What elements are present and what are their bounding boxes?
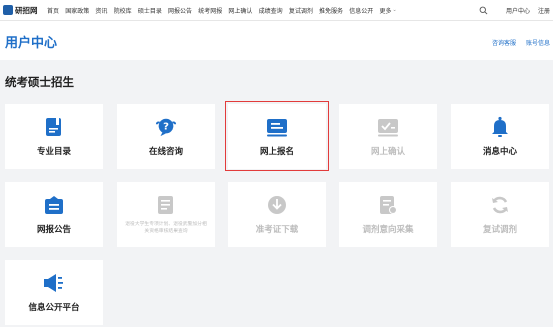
megaphone-icon [43,272,65,294]
card-message-center[interactable]: 消息中心 [451,104,549,169]
card-label: 信息公开平台 [28,302,80,312]
nav-item-catalog[interactable]: 硕士目录 [138,6,162,15]
nav-item-recommend[interactable]: 推免服务 [319,6,343,15]
card-retest-adjustment: 复试调剂 [451,182,549,247]
header-links: 咨询客服 账号信息 [482,38,550,47]
card-label: 网上确认 [370,146,405,156]
refresh-icon [489,194,511,216]
user-center-header: 用户中心 咨询客服 账号信息 [0,20,553,60]
nav-item-confirm[interactable]: 网上确认 [228,6,252,15]
card-online-confirm: 网上确认 [339,104,437,169]
intent-form-icon [377,194,399,216]
nav-user-center[interactable]: 用户中心 [506,6,530,15]
nav-item-registration[interactable]: 统考网报 [198,6,222,15]
chevron-down-icon: ⌄ [392,7,397,13]
card-major-catalog[interactable]: 专业目录 [5,104,103,169]
card-veteran-query: 退役大学生专项计划、退役武警加分相关资格审核结果查询 [117,182,215,247]
card-label: 网报公告 [36,224,71,234]
card-label: 在线咨询 [148,146,183,156]
nav-item-announcements[interactable]: 网报公告 [168,6,192,15]
nav-register[interactable]: 注册 [538,6,550,15]
card-online-consult[interactable]: ? 在线咨询 [117,104,215,169]
card-label: 准考证下载 [255,224,299,234]
card-label: 调剂意向采集 [362,224,414,234]
nav-item-news[interactable]: 资讯 [95,6,107,15]
svg-text:?: ? [163,122,169,133]
nav-menu: 首页 国家政策 资讯 院校库 硕士目录 网报公告 统考网报 网上确认 成绩查询 … [47,6,403,15]
chat-question-icon: ? [155,116,177,138]
nav-item-disclosure[interactable]: 信息公开 [349,6,373,15]
confirm-icon [377,116,399,138]
site-logo[interactable]: 研招网 [3,5,47,16]
nav-more-label: 更多 [379,8,392,15]
customer-service-link[interactable]: 咨询客服 [492,38,516,47]
section-title: 统考硕士招生 [5,77,74,89]
card-label: 复试调剂 [482,224,517,234]
page-title: 用户中心 [5,35,58,50]
logo-icon [3,5,13,15]
nav-item-scores[interactable]: 成绩查询 [259,6,283,15]
highlight-box [225,101,329,171]
card-note: 退役大学生专项计划、退役武警加分相关资格审核结果查询 [125,222,207,234]
nav-item-schools[interactable]: 院校库 [114,6,132,15]
account-info-link[interactable]: 账号信息 [526,38,550,47]
bell-icon [489,116,511,138]
card-announcements[interactable]: 网报公告 [5,182,103,247]
card-info-disclosure[interactable]: 信息公开平台 [5,260,103,325]
card-adjustment-intent: 调剂意向采集 [339,182,437,247]
announcement-icon [43,194,65,216]
book-icon [43,116,65,138]
nav-item-home[interactable]: 首页 [47,6,59,15]
top-nav: 研招网 首页 国家政策 资讯 院校库 硕士目录 网报公告 统考网报 网上确认 成… [0,0,553,20]
nav-right: 用户中心 注册 [479,0,550,20]
nav-item-adjustment[interactable]: 复试调剂 [289,6,313,15]
nav-item-policy[interactable]: 国家政策 [65,6,89,15]
card-label: 消息中心 [482,146,517,156]
download-icon [266,194,288,216]
nav-item-more[interactable]: 更多 ⌄ [379,6,396,15]
logo-text: 研招网 [15,5,38,15]
search-icon[interactable] [479,6,488,15]
card-label: 专业目录 [36,146,71,156]
card-admission-ticket: 准考证下载 [228,182,326,247]
document-icon [155,194,177,216]
